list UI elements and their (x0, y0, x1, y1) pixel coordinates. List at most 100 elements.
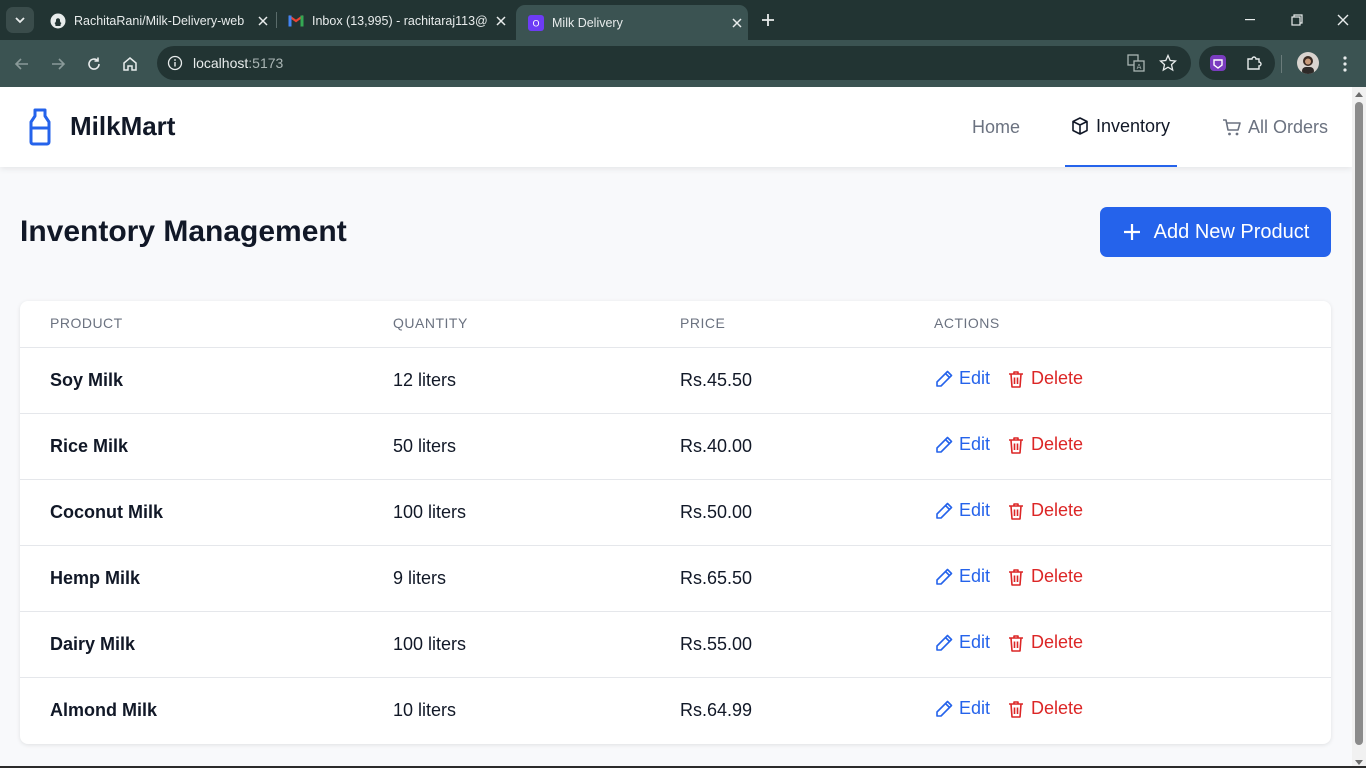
puzzle-icon[interactable] (1243, 52, 1265, 74)
page-scrollbar[interactable] (1352, 87, 1366, 768)
delete-button[interactable]: Delete (1006, 698, 1083, 719)
pencil-icon (936, 370, 953, 387)
delete-label: Delete (1031, 368, 1084, 388)
github-icon (50, 13, 66, 29)
table-row: Coconut Milk 100 liters Rs.50.00 Edit Delete (20, 480, 1331, 546)
edit-label: Edit (959, 632, 991, 652)
edit-label: Edit (959, 500, 991, 520)
product-name: Hemp Milk (50, 568, 141, 588)
edit-label: Edit (959, 368, 991, 388)
site-info-icon[interactable] (163, 51, 187, 75)
restore-icon (1291, 14, 1303, 26)
delete-button[interactable]: Delete (1006, 368, 1083, 389)
nav-all-orders[interactable]: All Orders (1222, 87, 1328, 167)
product-name: Dairy Milk (50, 634, 136, 654)
trash-icon (1009, 568, 1023, 586)
chevron-down-icon (15, 17, 25, 24)
nav-all-orders-label: All Orders (1248, 116, 1329, 137)
new-tab-button[interactable] (756, 8, 780, 32)
back-button[interactable] (8, 50, 36, 78)
tab-title: Milk Delivery (552, 15, 623, 30)
trash-icon (1009, 370, 1023, 388)
more-vertical-icon (1343, 56, 1347, 72)
url-host: localhost (193, 55, 249, 71)
close-tab-icon[interactable] (726, 17, 748, 28)
product-name: Soy Milk (50, 370, 124, 390)
plus-icon (762, 14, 774, 26)
restore-button[interactable] (1274, 0, 1320, 40)
forward-button[interactable] (44, 50, 72, 78)
close-window-button[interactable] (1320, 0, 1366, 40)
home-icon (123, 57, 137, 71)
home-button[interactable] (116, 50, 144, 78)
tab-title: RachitaRani/Milk-Delivery-web (74, 13, 245, 28)
product-price: Rs.50.00 (680, 502, 753, 522)
column-header-actions: ACTIONS (934, 315, 1000, 331)
svg-text:O: O (532, 19, 539, 29)
close-tab-icon[interactable] (252, 15, 274, 26)
minimize-icon (1245, 19, 1255, 21)
scroll-down-arrow[interactable] (1355, 760, 1363, 765)
column-header-price: PRICE (680, 315, 726, 331)
brand-name[interactable]: MilkMart (70, 111, 175, 142)
delete-button[interactable]: Delete (1006, 434, 1083, 455)
product-name: Almond Milk (50, 700, 157, 720)
address-bar[interactable]: localhost:5173 A (157, 46, 1191, 80)
scroll-up-arrow[interactable] (1355, 92, 1363, 97)
delete-label: Delete (1031, 434, 1084, 454)
bookmark-star-icon[interactable] (1157, 52, 1179, 74)
edit-label: Edit (959, 698, 991, 718)
pencil-icon (936, 436, 953, 453)
edit-button[interactable]: Edit (934, 434, 990, 455)
edit-button[interactable]: Edit (934, 698, 990, 719)
arrow-right-icon (52, 58, 66, 70)
edit-button[interactable]: Edit (934, 566, 990, 587)
nav-inventory[interactable]: Inventory (1065, 87, 1177, 167)
app-header: MilkMart Home Inventory All Orders (0, 87, 1352, 167)
edit-button[interactable]: Edit (934, 368, 990, 389)
product-price: Rs.64.99 (680, 700, 753, 720)
nav-home[interactable]: Home (972, 87, 1020, 167)
svg-text:A: A (1137, 63, 1142, 71)
delete-button[interactable]: Delete (1006, 500, 1083, 521)
scroll-thumb[interactable] (1355, 102, 1363, 745)
pencil-icon (936, 568, 953, 585)
product-quantity: 9 liters (393, 568, 447, 588)
toolbar-separator (1281, 55, 1282, 73)
browser-tab-bar: RachitaRani/Milk-Delivery-web Inbox (13,… (0, 0, 1366, 40)
delete-label: Delete (1031, 566, 1084, 586)
browser-toolbar: localhost:5173 A (0, 40, 1366, 87)
delete-button[interactable]: Delete (1006, 566, 1083, 587)
browser-tab-milk-delivery[interactable]: O Milk Delivery (516, 5, 748, 40)
browser-menu-button[interactable] (1331, 50, 1359, 78)
page-viewport: MilkMart Home Inventory All Orders Inven… (0, 87, 1352, 768)
close-tab-icon[interactable] (490, 15, 512, 26)
tab-search-button[interactable] (6, 7, 34, 33)
table-row: Rice Milk 50 liters Rs.40.00 Edit Delete (20, 414, 1331, 480)
pencil-icon (936, 700, 953, 717)
close-icon (1337, 14, 1349, 26)
delete-button[interactable]: Delete (1006, 632, 1083, 653)
browser-tab-gmail[interactable]: Inbox (13,995) - rachitaraj113@ (276, 5, 512, 36)
profile-avatar[interactable] (1297, 52, 1319, 74)
table-header: PRODUCT QUANTITY PRICE ACTIONS (20, 301, 1331, 348)
extensions-area (1199, 46, 1275, 80)
product-quantity: 10 liters (393, 700, 457, 720)
add-new-product-button[interactable]: Add New Product (1100, 207, 1331, 257)
minimize-button[interactable] (1228, 0, 1274, 40)
edit-button[interactable]: Edit (934, 500, 990, 521)
extension-app-icon[interactable] (1207, 52, 1229, 74)
edit-label: Edit (959, 566, 991, 586)
edit-button[interactable]: Edit (934, 632, 990, 653)
translate-icon[interactable]: A (1125, 52, 1147, 74)
product-price: Rs.55.00 (680, 634, 753, 654)
trash-icon (1009, 436, 1023, 454)
browser-tab-github[interactable]: RachitaRani/Milk-Delivery-web (38, 5, 274, 36)
product-quantity: 50 liters (393, 436, 457, 456)
box-icon (1072, 117, 1088, 135)
trash-icon (1009, 700, 1023, 718)
app-icon: O (528, 14, 544, 31)
reload-button[interactable] (80, 50, 108, 78)
cart-icon (1223, 119, 1241, 136)
milk-bottle-icon (29, 108, 51, 146)
